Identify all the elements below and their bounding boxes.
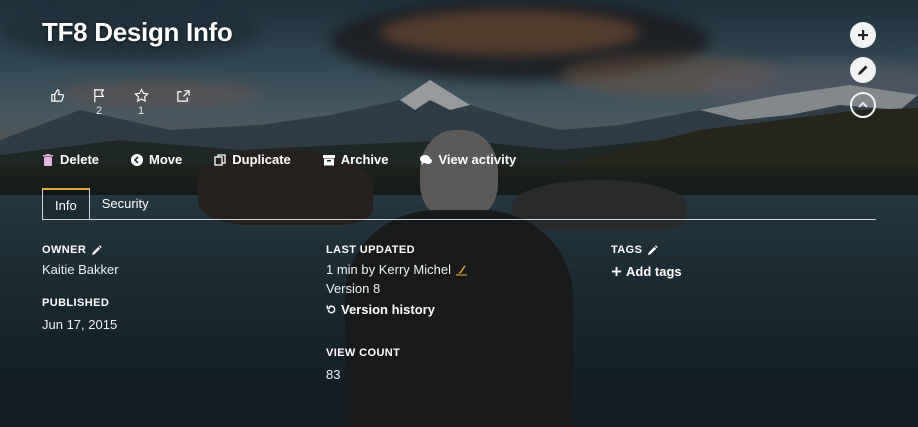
- view-activity-button[interactable]: View activity: [420, 152, 516, 167]
- edit-button[interactable]: [850, 57, 876, 83]
- last-updated-row: 1 min by Kerry Michel: [326, 262, 470, 277]
- move-button[interactable]: Move: [131, 152, 182, 167]
- trash-icon: [43, 153, 53, 166]
- last-updated-label: LAST UPDATED: [326, 244, 415, 256]
- action-bar: Delete Move Duplicate Archive View activ…: [42, 152, 548, 167]
- version-history-label: Version history: [341, 302, 435, 317]
- arrow-left-circle-icon: [131, 153, 144, 166]
- signature-icon: [455, 265, 467, 275]
- share-icon: [176, 90, 190, 102]
- favorite-button[interactable]: 1: [120, 88, 162, 118]
- plus-icon: [611, 266, 622, 277]
- add-button[interactable]: [850, 22, 876, 48]
- pencil-icon[interactable]: [91, 244, 102, 256]
- version-number: Version 8: [326, 281, 381, 296]
- duplicate-label: Duplicate: [232, 152, 291, 167]
- view-activity-label: View activity: [438, 152, 517, 167]
- history-icon: [326, 305, 336, 314]
- flag-icon: [93, 88, 104, 103]
- thumbs-up-icon: [50, 89, 64, 102]
- view-count-label: VIEW COUNT: [326, 347, 401, 359]
- version-history-link[interactable]: Version history: [326, 302, 470, 317]
- tab-info[interactable]: Info: [42, 188, 90, 219]
- tags-section: TAGS Add tags: [611, 244, 682, 279]
- owner-section: OWNER Kaitie Bakker PUBLISHED Jun 17, 20…: [42, 244, 119, 332]
- last-updated-section: LAST UPDATED 1 min by Kerry Michel Versi…: [326, 244, 470, 382]
- plus-icon: [858, 30, 868, 40]
- owner-name: Kaitie Bakker: [42, 262, 119, 277]
- tags-label: TAGS: [611, 244, 643, 256]
- delete-label: Delete: [60, 152, 100, 167]
- duplicate-button[interactable]: Duplicate: [214, 152, 291, 167]
- published-date: Jun 17, 2015: [42, 317, 118, 332]
- owner-header: OWNER: [42, 244, 119, 256]
- flag-button[interactable]: 2: [78, 88, 120, 118]
- chevron-up-icon: [858, 101, 868, 108]
- archive-label: Archive: [340, 152, 389, 167]
- view-count-value: 83: [326, 367, 341, 382]
- tab-security[interactable]: Security: [90, 188, 161, 219]
- tags-header: TAGS: [611, 244, 682, 256]
- comments-icon: [420, 154, 433, 165]
- page-title: TF8 Design Info: [42, 17, 233, 47]
- move-label: Move: [149, 152, 183, 167]
- flag-count: 2: [95, 105, 103, 117]
- star-icon: [133, 88, 149, 103]
- like-button[interactable]: [36, 88, 78, 118]
- reaction-bar: 2 1: [36, 88, 204, 118]
- copy-icon: [214, 153, 226, 166]
- add-tags-label: Add tags: [626, 264, 682, 279]
- share-button[interactable]: [162, 88, 204, 118]
- tab-bar: Info Security: [42, 188, 876, 220]
- archive-icon: [322, 154, 335, 165]
- add-tags-link[interactable]: Add tags: [611, 264, 682, 279]
- delete-button[interactable]: Delete: [42, 152, 99, 167]
- collapse-button[interactable]: [850, 92, 876, 118]
- published-label: PUBLISHED: [42, 297, 110, 309]
- pencil-icon[interactable]: [647, 244, 659, 256]
- owner-label: OWNER: [42, 244, 87, 256]
- favorite-count: 1: [137, 105, 145, 117]
- archive-button[interactable]: Archive: [322, 152, 389, 167]
- last-updated-value: 1 min by Kerry Michel: [326, 262, 451, 277]
- pencil-icon: [858, 65, 868, 75]
